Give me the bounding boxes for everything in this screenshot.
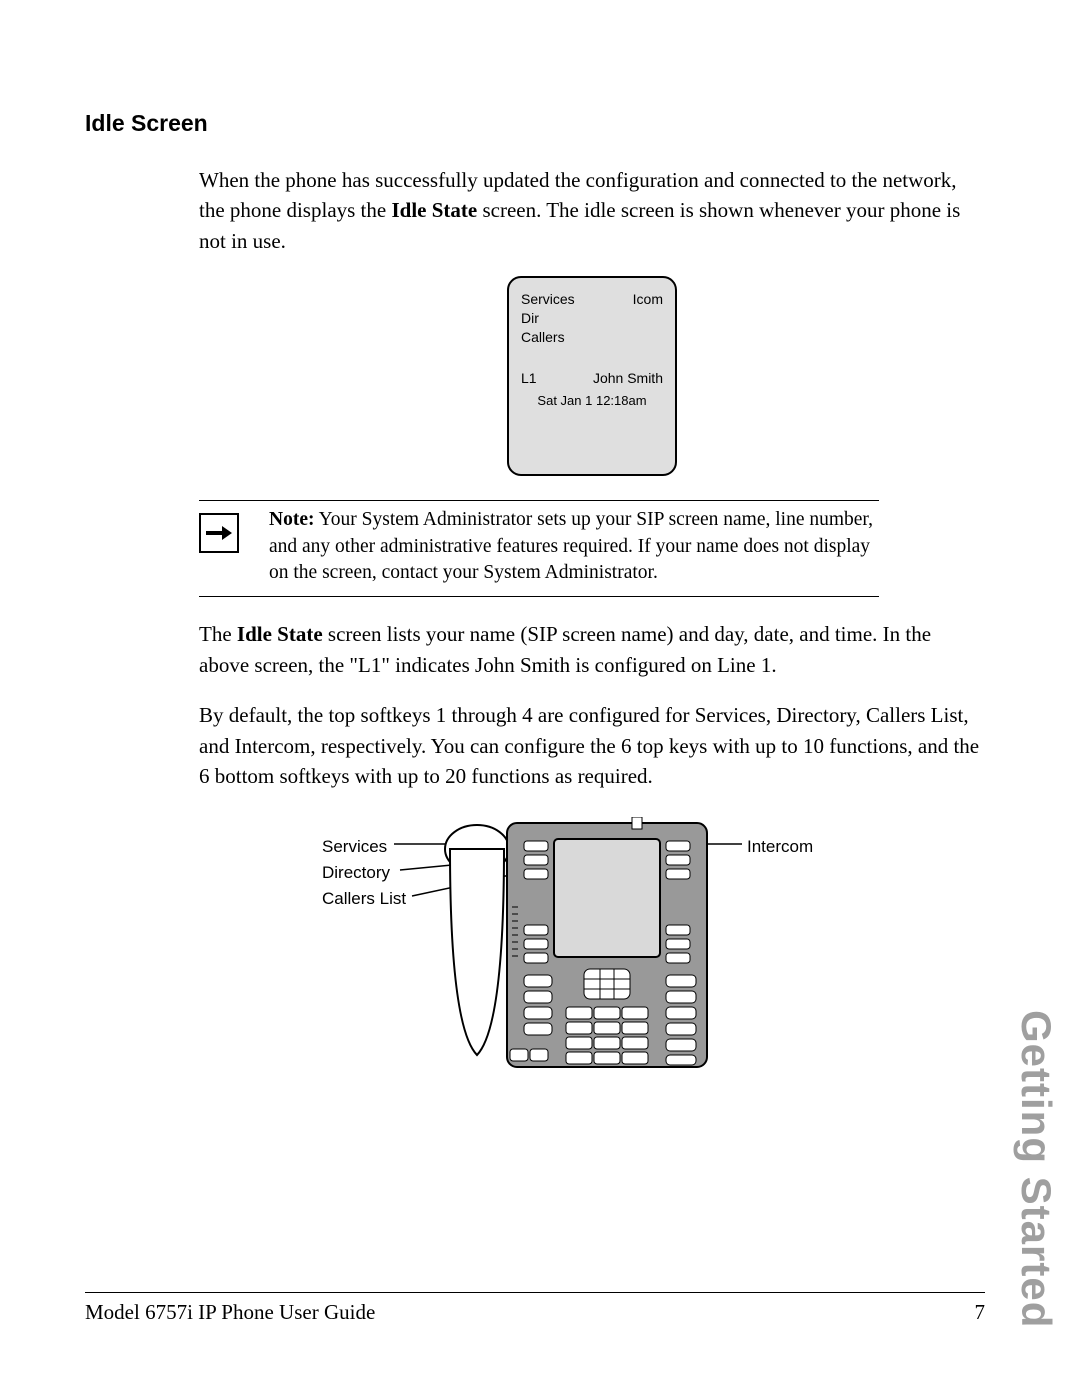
note-text: Note: Your System Administrator sets up …	[269, 507, 879, 586]
page-footer: Model 6757i IP Phone User Guide 7	[85, 1300, 985, 1325]
label-intercom: Intercom	[747, 835, 813, 860]
chapter-tab: Getting Started	[1012, 1010, 1060, 1328]
idle-state-term: Idle State	[391, 198, 477, 222]
note-box: Note: Your System Administrator sets up …	[199, 500, 879, 597]
lcd-services: Services	[521, 290, 575, 309]
note-label: Note:	[269, 509, 314, 530]
idle-state-term: Idle State	[237, 622, 323, 646]
intro-paragraph: When the phone has successfully updated …	[199, 165, 985, 256]
arrow-right-icon	[206, 525, 232, 541]
lcd-callers: Callers	[521, 328, 663, 347]
note-body: Your System Administrator sets up your S…	[269, 509, 873, 583]
label-directory: Directory	[322, 861, 390, 886]
lcd-line: L1	[521, 368, 537, 388]
lcd-name: John Smith	[593, 368, 663, 388]
lcd-dir: Dir	[521, 309, 663, 328]
phone-lcd: Services Icom Dir Callers L1 John Smith …	[507, 276, 677, 476]
lcd-illustration: Services Icom Dir Callers L1 John Smith …	[199, 276, 985, 476]
lcd-datetime: Sat Jan 1 12:18am	[509, 392, 675, 411]
paragraph-2: The Idle State screen lists your name (S…	[199, 619, 985, 680]
device-illustration: Services Directory Callers List Intercom	[199, 817, 985, 1077]
section-heading: Idle Screen	[85, 110, 985, 137]
label-services: Services	[322, 835, 387, 860]
label-callers: Callers List	[322, 887, 406, 912]
note-icon	[199, 513, 239, 553]
paragraph-3: By default, the top softkeys 1 through 4…	[199, 700, 985, 791]
footer-title: Model 6757i IP Phone User Guide	[85, 1300, 375, 1325]
lcd-icom: Icom	[633, 290, 663, 309]
text: The	[199, 622, 237, 646]
page-number: 7	[975, 1300, 986, 1325]
footer-rule	[85, 1292, 985, 1293]
